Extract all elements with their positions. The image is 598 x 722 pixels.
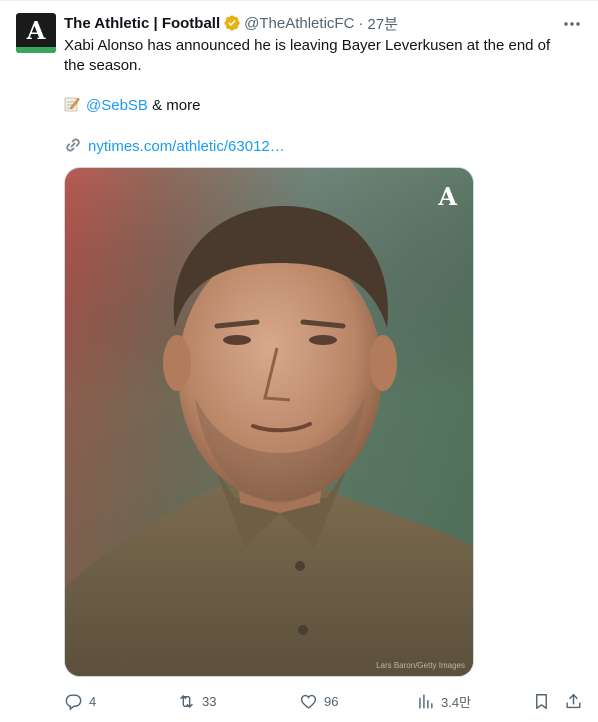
tweet-text: Xabi Alonso has announced he is leaving … <box>64 36 564 157</box>
bookmark-icon <box>536 693 547 709</box>
author-name[interactable]: The Athletic | Football <box>64 15 220 32</box>
memo-icon <box>64 96 80 112</box>
author-handle[interactable]: @TheAthleticFC <box>244 15 354 32</box>
article-link[interactable]: nytimes.com/athletic/63012… <box>88 138 285 155</box>
views-button[interactable]: 3.4만 <box>416 691 471 711</box>
credit-line: @SebSB & more <box>64 96 564 116</box>
tweet-text-line-2: the season. <box>64 57 142 74</box>
views-chart-icon <box>419 693 433 709</box>
retweet-button[interactable]: 33 <box>177 691 216 711</box>
reply-count: 4 <box>89 693 97 709</box>
link-chain-icon <box>64 136 82 154</box>
athletic-watermark-logo: A <box>438 182 457 211</box>
heart-icon <box>300 694 317 709</box>
views-count: 3.4만 <box>441 694 472 710</box>
share-button[interactable] <box>564 691 583 711</box>
credit-suffix: & more <box>147 97 201 114</box>
tweet-photo[interactable]: A Lars Baron/Getty Images <box>64 167 474 677</box>
photo-credit: Lars Baron/Getty Images <box>376 661 465 670</box>
portrait-photo <box>65 168 473 676</box>
reply-icon <box>65 693 82 710</box>
mention-link[interactable]: @SebSB <box>86 97 148 114</box>
athletic-logo-glyph: A <box>26 16 46 45</box>
reply-button[interactable]: 4 <box>64 691 96 711</box>
bookmark-button[interactable] <box>532 691 551 711</box>
link-line: nytimes.com/athletic/63012… <box>64 136 564 157</box>
tweet-card[interactable]: A The Athletic | Football @TheAthleticFC… <box>0 0 598 722</box>
tweet-time[interactable]: 27분 <box>367 13 398 34</box>
like-button[interactable]: 96 <box>299 691 338 711</box>
author-avatar[interactable]: A <box>16 13 56 53</box>
avatar-stripe <box>16 47 56 53</box>
more-options-icon[interactable] <box>562 14 582 34</box>
retweet-icon <box>180 694 193 708</box>
verified-badge-icon[interactable] <box>223 14 241 32</box>
like-count: 96 <box>324 693 339 709</box>
tweet-text-line-1: Xabi Alonso has announced he is leaving … <box>64 37 551 54</box>
header-separator: · <box>358 14 364 32</box>
retweet-count: 33 <box>202 693 217 709</box>
action-bar: 4 33 96 3.4만 <box>64 691 584 711</box>
share-icon <box>566 693 581 708</box>
tweet-header: The Athletic | Football @TheAthleticFC ·… <box>64 13 398 33</box>
